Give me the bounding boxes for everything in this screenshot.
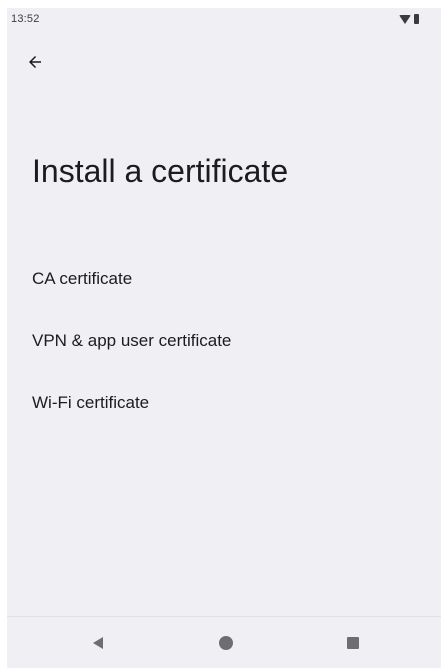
battery-icon bbox=[414, 14, 419, 24]
list-item-label: Wi-Fi certificate bbox=[32, 393, 150, 412]
status-icons bbox=[399, 14, 419, 24]
nav-home-button[interactable] bbox=[215, 632, 237, 654]
screen: 13:52 Install a certificate CA certifica… bbox=[7, 8, 441, 668]
list-item-label: CA certificate bbox=[32, 269, 133, 288]
list-item-ca-certificate[interactable]: CA certificate bbox=[7, 248, 441, 310]
back-button[interactable] bbox=[21, 48, 49, 76]
status-bar: 13:52 bbox=[7, 8, 441, 34]
list-item-label: VPN & app user certificate bbox=[32, 331, 232, 350]
wifi-icon bbox=[399, 14, 411, 24]
nav-home-icon bbox=[219, 636, 233, 650]
list-item-wifi-certificate[interactable]: Wi-Fi certificate bbox=[7, 372, 441, 434]
certificate-list: CA certificate VPN & app user certificat… bbox=[7, 248, 441, 434]
list-item-vpn-app-user-certificate[interactable]: VPN & app user certificate bbox=[7, 310, 441, 372]
nav-back-button[interactable] bbox=[87, 632, 109, 654]
arrow-left-icon bbox=[29, 56, 41, 68]
nav-recents-button[interactable] bbox=[342, 632, 364, 654]
nav-back-icon bbox=[93, 637, 103, 649]
status-time: 13:52 bbox=[11, 13, 40, 25]
navigation-bar bbox=[7, 616, 441, 668]
page-title: Install a certificate bbox=[32, 153, 289, 189]
nav-recents-icon bbox=[347, 637, 359, 649]
